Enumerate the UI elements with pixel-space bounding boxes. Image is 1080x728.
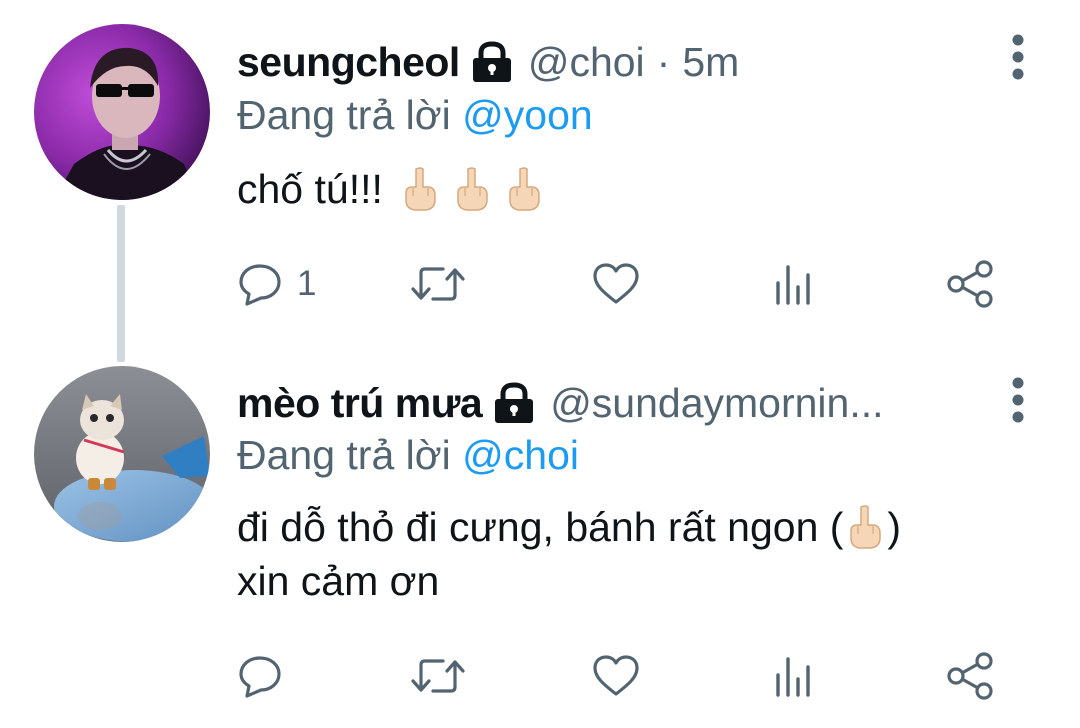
replying-to: Đang trả lời @yoon	[237, 92, 593, 139]
tweet-text-line-2: xin cảm ơn	[237, 558, 440, 604]
tweet-text-end: )	[887, 504, 902, 550]
reply-icon	[237, 653, 283, 699]
avatar-image	[34, 24, 210, 200]
avatar[interactable]	[34, 366, 210, 542]
share-icon	[945, 651, 997, 701]
tweet-text-line-1: đi dỗ thỏ đi cưng, bánh rất ngon ( )	[237, 500, 1020, 554]
replying-to-label: Đang trả lời	[237, 92, 451, 138]
like-button[interactable]	[591, 254, 641, 314]
share-icon	[945, 259, 997, 309]
tweet-1[interactable]: seungcheol @choi · 5m Đang trả lời @yoon…	[0, 0, 1080, 362]
tweet-text-content: đi dỗ thỏ đi cưng, bánh rất ngon (	[237, 504, 844, 550]
more-vertical-icon[interactable]	[1010, 377, 1026, 423]
retweet-icon	[409, 261, 467, 307]
analytics-icon	[771, 653, 817, 699]
middle-finger-emoji	[402, 167, 438, 211]
action-bar	[237, 646, 1007, 706]
analytics-icon	[771, 261, 817, 307]
replying-to-label: Đang trả lời	[237, 432, 451, 478]
avatar-image	[34, 366, 210, 542]
share-button[interactable]	[945, 254, 997, 314]
tweet-text: chố tú!!!	[237, 162, 1020, 216]
action-bar: 1	[237, 254, 1007, 314]
more-vertical-icon[interactable]	[1010, 34, 1026, 80]
replying-to-handle[interactable]: @yoon	[462, 92, 593, 138]
retweet-button[interactable]	[409, 254, 467, 314]
replying-to: Đang trả lời @choi	[237, 432, 579, 479]
share-button[interactable]	[945, 646, 997, 706]
heart-icon	[591, 653, 641, 699]
user-handle[interactable]: @sundaymornin...	[550, 380, 883, 427]
middle-finger-emoji	[847, 505, 883, 549]
reply-button[interactable]	[237, 646, 283, 706]
analytics-button[interactable]	[771, 254, 817, 314]
lock-icon	[470, 40, 514, 84]
middle-finger-emoji	[506, 167, 542, 211]
reply-button[interactable]: 1	[237, 254, 316, 314]
heart-icon	[591, 261, 641, 307]
tweet-header: mèo trú mưa @sundaymornin...	[237, 373, 970, 433]
display-name[interactable]: mèo trú mưa	[237, 380, 483, 427]
tweet-text-content: chố tú!!!	[237, 166, 383, 212]
reply-count: 1	[297, 264, 317, 303]
tweet-text: đi dỗ thỏ đi cưng, bánh rất ngon ( ) xin…	[237, 500, 1020, 608]
like-button[interactable]	[591, 646, 641, 706]
lock-icon	[492, 381, 536, 425]
tweet-2[interactable]: mèo trú mưa @sundaymornin... Đang trả lờ…	[0, 340, 1080, 728]
thread-line	[117, 205, 125, 362]
timestamp[interactable]: 5m	[682, 39, 739, 86]
retweet-icon	[409, 653, 467, 699]
separator-dot: ·	[656, 38, 671, 85]
retweet-button[interactable]	[409, 646, 467, 706]
reply-icon	[237, 261, 283, 307]
middle-finger-emoji	[454, 167, 490, 211]
tweet-header: seungcheol @choi · 5m	[237, 32, 970, 92]
replying-to-handle[interactable]: @choi	[462, 432, 579, 478]
tweet-thread: seungcheol @choi · 5m Đang trả lời @yoon…	[0, 0, 1080, 728]
display-name[interactable]: seungcheol	[237, 39, 460, 86]
avatar[interactable]	[34, 24, 210, 200]
analytics-button[interactable]	[771, 646, 817, 706]
user-handle[interactable]: @choi	[528, 39, 645, 86]
